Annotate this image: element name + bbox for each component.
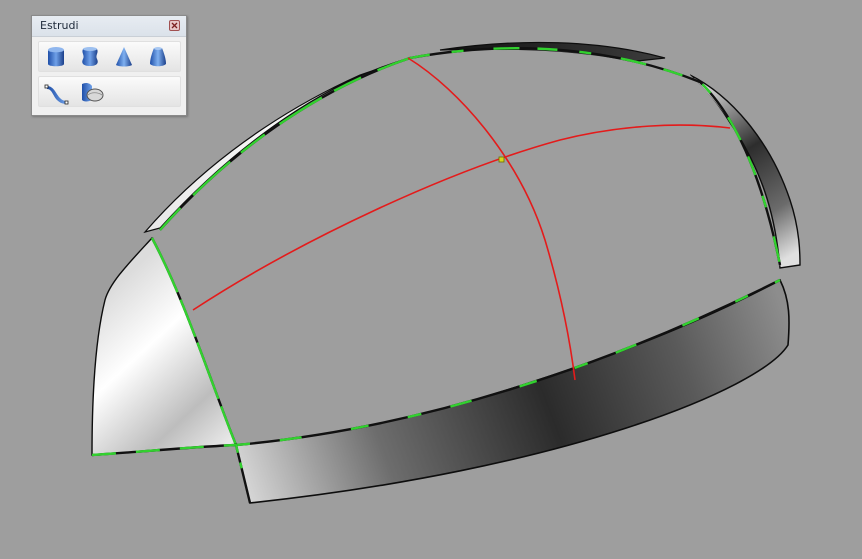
isocurve-intersection-marker[interactable] xyxy=(498,156,505,163)
extrude-along-curve-icon[interactable] xyxy=(42,79,70,105)
toolbar-row-1 xyxy=(38,41,181,72)
palette-titlebar[interactable]: Estrudi xyxy=(32,16,186,37)
extrude-ribbed-icon[interactable] xyxy=(144,44,172,70)
extrude-straight-icon[interactable] xyxy=(42,44,70,70)
palette-title: Estrudi xyxy=(40,19,79,32)
extrude-tapered-icon[interactable] xyxy=(76,44,104,70)
extrude-to-surface-icon[interactable] xyxy=(76,79,104,105)
close-icon[interactable] xyxy=(169,20,180,31)
extrude-toolbar-palette[interactable]: Estrudi xyxy=(31,15,187,116)
toolbar-row-2 xyxy=(38,76,181,107)
extrude-to-point-icon[interactable] xyxy=(110,44,138,70)
